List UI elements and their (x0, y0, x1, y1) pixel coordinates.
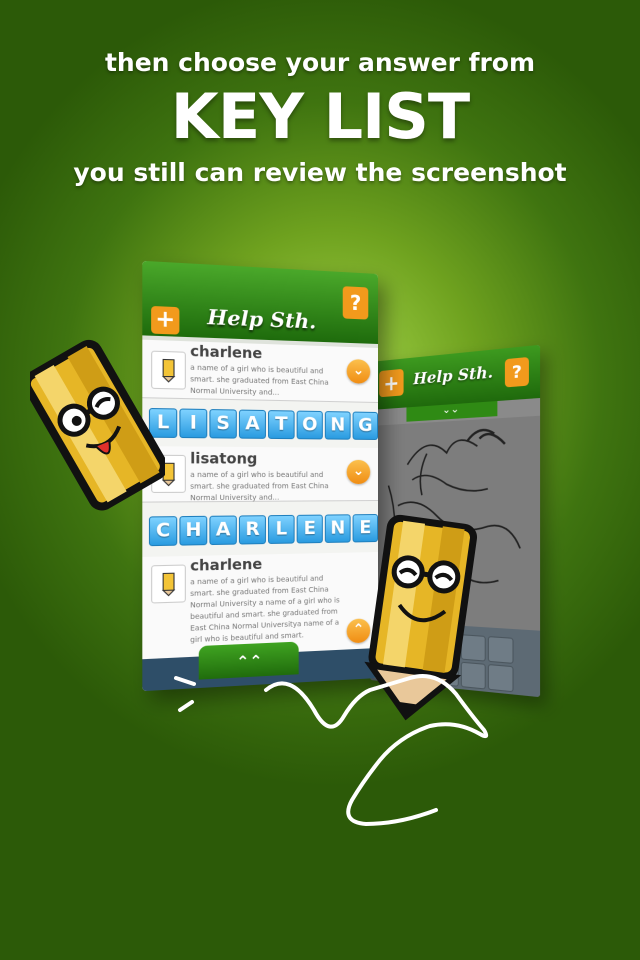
keylist-top-bar: + Help Sth. ? (142, 260, 378, 344)
letter-tile[interactable]: A (209, 515, 237, 546)
sparkle-marks (174, 676, 196, 712)
answer-tiles-charlene: C H A R L E N E (148, 514, 378, 547)
entry-description: a name of a girl who is beautiful and sm… (190, 574, 340, 645)
help-button[interactable]: ? (504, 356, 529, 388)
headline-line1: then choose your answer from (104, 48, 536, 77)
drawing-top-bar: + Help Sth. ? (370, 344, 541, 410)
entry-description: a name of a girl who is beautiful and sm… (190, 363, 329, 397)
chevron-down-icon[interactable]: ⌄ (346, 459, 371, 485)
letter-tile[interactable]: L (268, 514, 295, 545)
chevron-down-icon[interactable]: ⌄ (346, 358, 371, 384)
letter-tile[interactable]: S (209, 409, 237, 439)
add-button[interactable]: + (379, 368, 404, 398)
letter-tile[interactable]: E (296, 514, 323, 544)
letter-tile[interactable]: N (324, 514, 351, 543)
headline-line3: you still can review the screenshot (73, 158, 567, 187)
app-logo: Help Sth. (207, 304, 317, 334)
list-item[interactable]: charlene a name of a girl who is beautif… (142, 339, 378, 403)
letter-tile[interactable]: R (238, 515, 266, 545)
headline-key-list: KEY LIST (170, 80, 470, 153)
help-button[interactable]: ? (342, 286, 369, 320)
hand-drawn-scribble (264, 674, 489, 826)
letter-tile[interactable]: H (179, 515, 208, 546)
entry-name: charlene (190, 556, 263, 575)
letter-tile[interactable]: G (352, 411, 378, 440)
pencil-avatar-icon (151, 564, 186, 604)
letter-tile[interactable]: A (238, 409, 266, 439)
app-logo: Help Sth. (413, 362, 494, 389)
phone-key-list-screen: + Help Sth. ? charlene a name of a girl … (142, 260, 378, 692)
list-item[interactable]: lisatong a name of a girl who is beautif… (142, 446, 378, 503)
letter-tile[interactable]: N (324, 411, 351, 440)
letter-tile[interactable]: O (296, 410, 323, 440)
entry-description: a name of a girl who is beautiful and sm… (190, 470, 329, 503)
winking-pencil-mascot (30, 339, 165, 511)
answer-tiles-lisatong: L I S A T O N G (148, 407, 378, 440)
letter-tile[interactable]: T (268, 410, 295, 440)
entry-name: charlene (190, 343, 263, 363)
key-list: charlene a name of a girl who is beautif… (142, 339, 378, 660)
letter-tile[interactable]: I (179, 408, 208, 439)
entry-name: lisatong (190, 450, 258, 468)
